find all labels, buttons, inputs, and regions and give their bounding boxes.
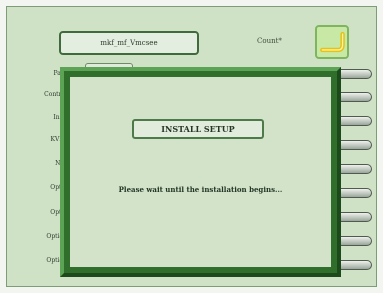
pill-button-1[interactable] [336,69,372,79]
menu-label-kvdr: KVDr [50,136,68,143]
dialog-message: Please wait until the installation begin… [118,185,283,194]
filename-field[interactable]: mkf_mf_Vmcsee [59,31,199,55]
setup-screen: mkf_mf_Vmcsee Count* Pass Control Instl … [6,6,377,287]
pill-button-5[interactable] [336,164,372,174]
pill-button-8[interactable] [336,236,372,246]
count-label: Count* [257,37,282,45]
pill-button-7[interactable] [336,212,372,222]
menu-label-control: Control [44,91,67,98]
menu-label-option-1: Optio [50,184,67,191]
dialog-body: INSTALL SETUP Please wait until the inst… [70,77,331,267]
dialog-title: INSTALL SETUP [132,119,264,139]
pill-button-3[interactable] [336,116,372,126]
pill-button-6[interactable] [336,188,372,198]
menu-label-option-4: Option [46,257,67,264]
pill-button-9[interactable] [336,260,372,270]
menu-label-option-3: Option [46,233,67,240]
pill-button-4[interactable] [336,140,372,150]
pill-button-2[interactable] [336,92,372,102]
folder-icon [320,31,345,53]
install-dialog: INSTALL SETUP Please wait until the inst… [60,67,341,277]
folder-button[interactable] [315,25,349,59]
menu-label-nes: Nes [7,160,67,167]
menu-label-install: Instl [7,114,67,121]
menu-label-pass: Pass [7,70,67,77]
menu-label-option-2: Optio [50,209,67,216]
